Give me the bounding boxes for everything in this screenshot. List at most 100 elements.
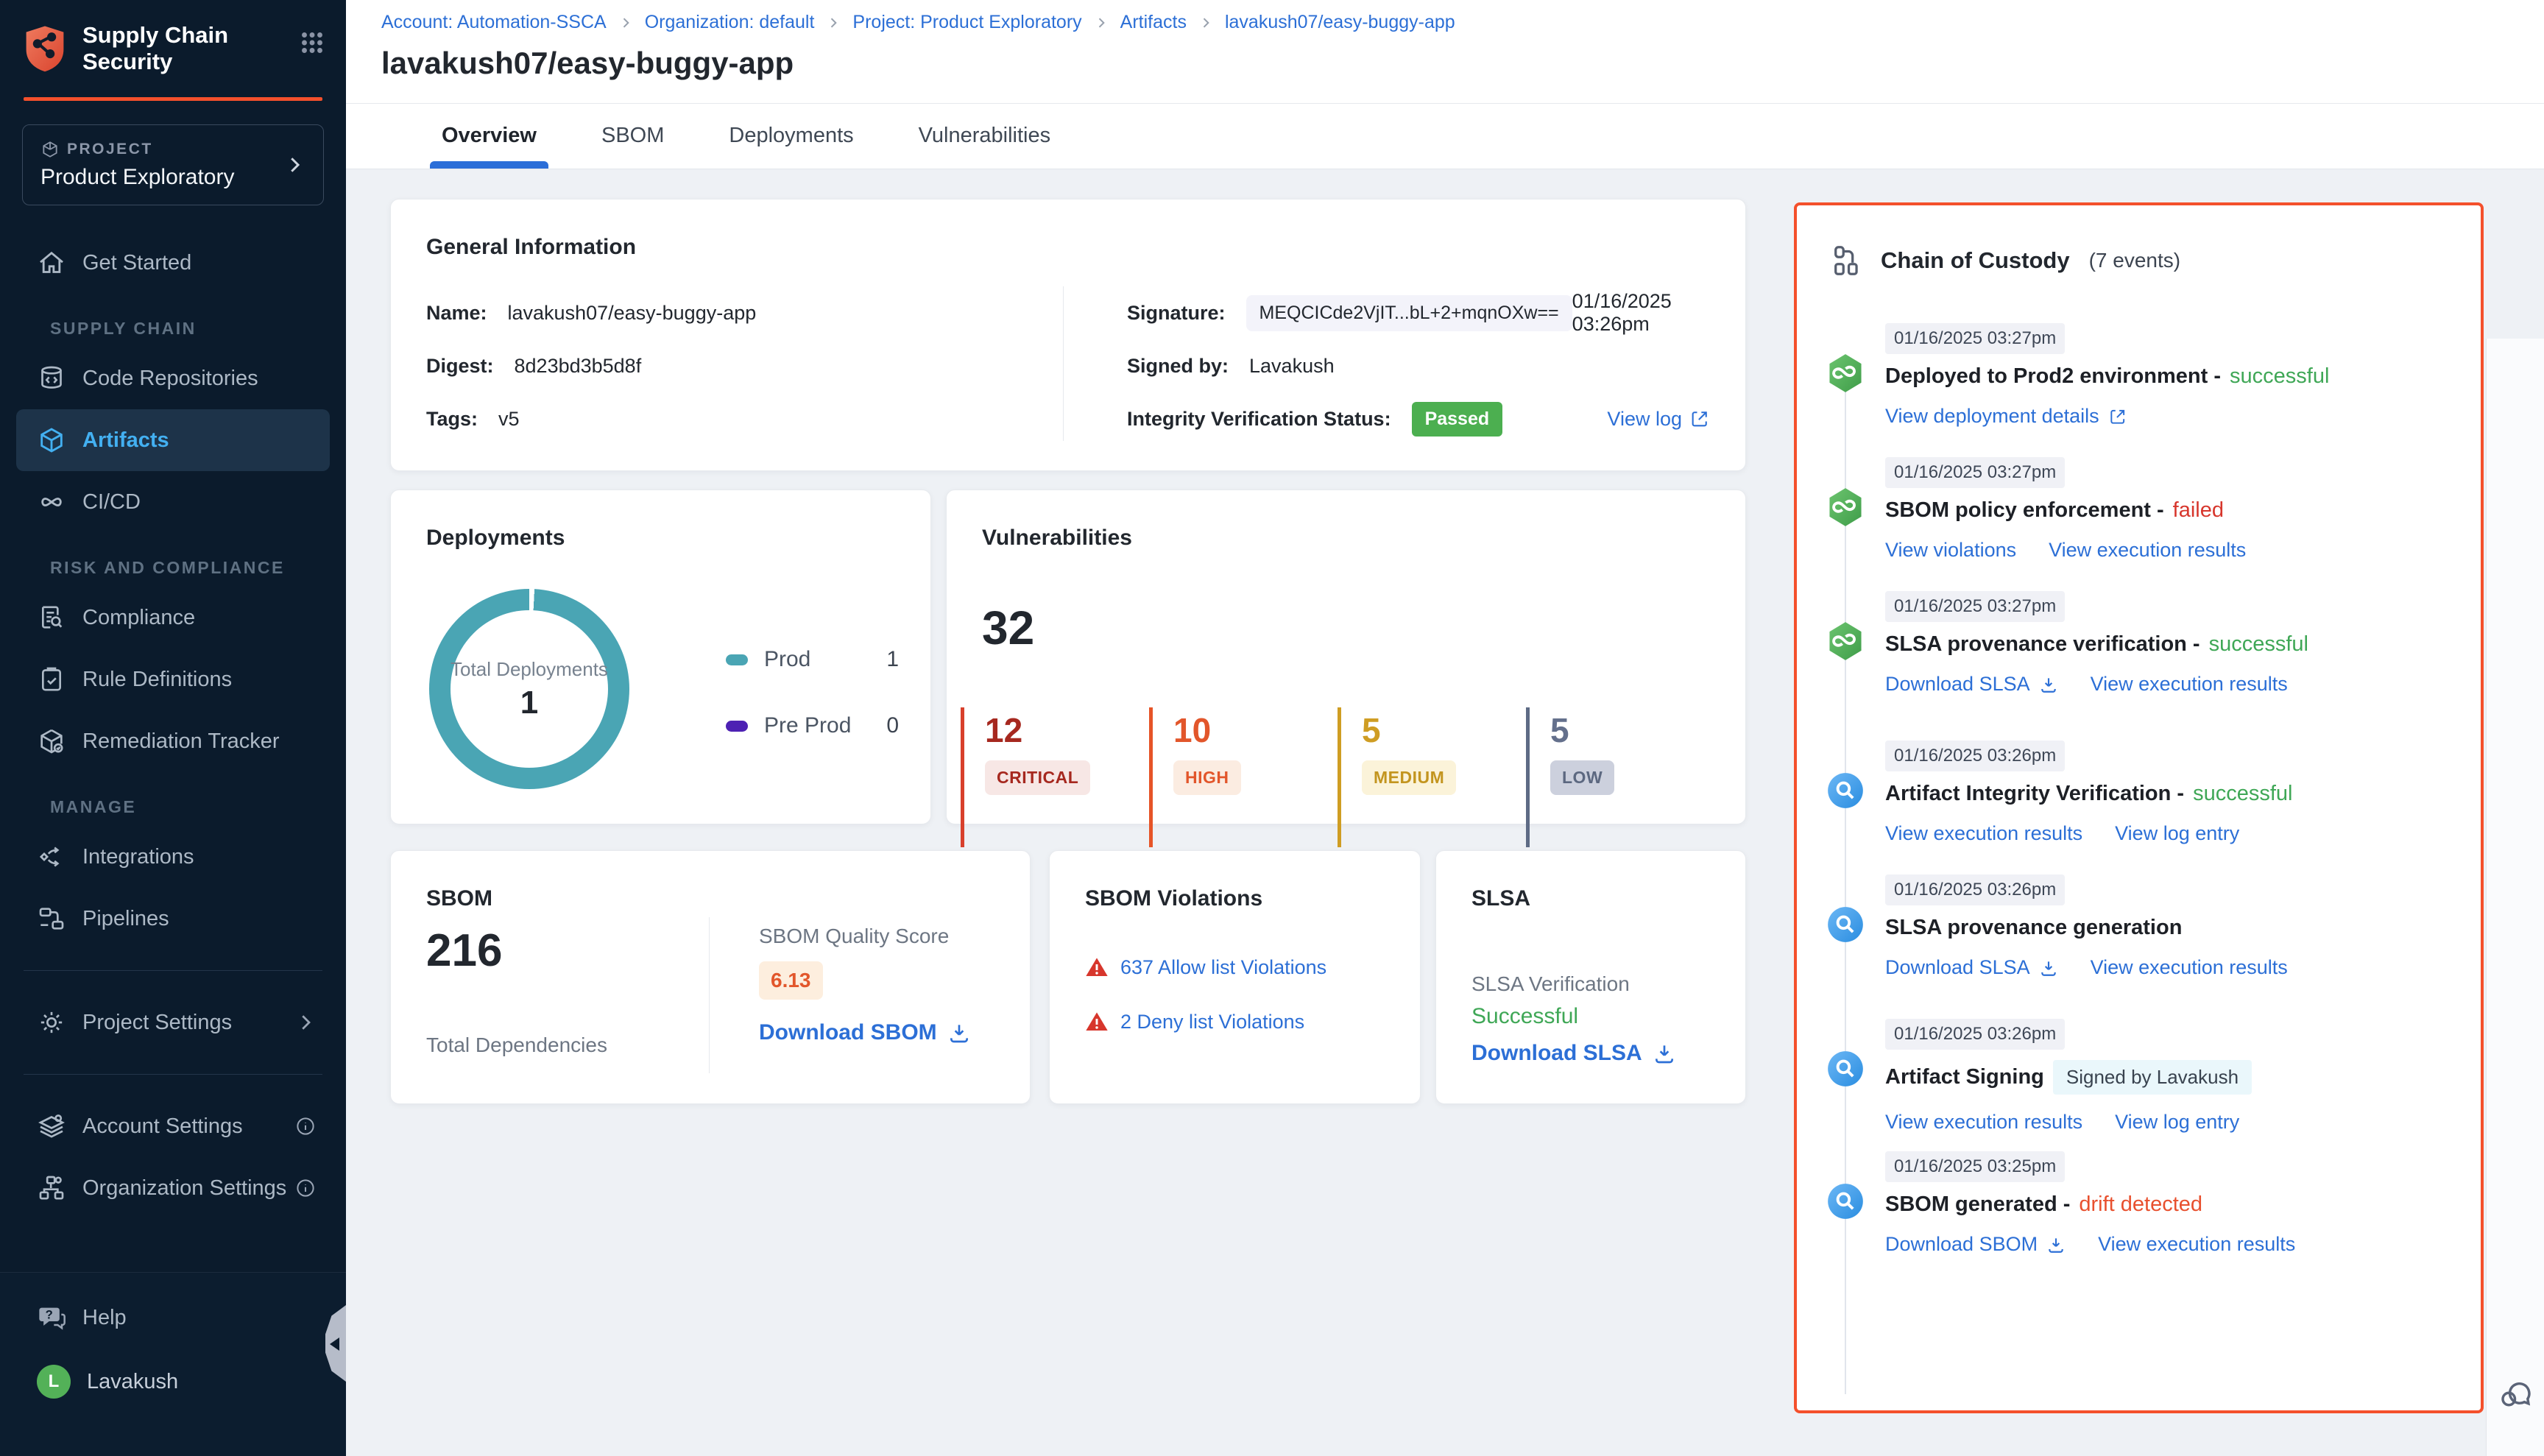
signature-row: Signature: MEQCICde2VjIT...bL+2+mqnOXw==… [1127, 286, 1710, 339]
sidebar-item-integrations[interactable]: Integrations [0, 826, 346, 888]
tags-value: v5 [498, 408, 520, 431]
tags-row: Tags: v5 [426, 392, 1059, 445]
sidebar: Supply Chain Security PROJECT Product Ex… [0, 0, 346, 1456]
view-deployment-details-link[interactable]: View deployment details [1885, 405, 2127, 428]
download-icon [947, 1021, 971, 1045]
sidebar-item-get-started[interactable]: Get Started [0, 232, 346, 294]
sidebar-item-code-repositories[interactable]: Code Repositories [0, 347, 346, 409]
slsa-card: SLSA SLSA Verification Successful Downlo… [1435, 850, 1746, 1104]
deployments-donut-chart: Total Deployments 1 [429, 589, 629, 789]
brand-accent-rule [24, 97, 322, 101]
breadcrumb-current[interactable]: lavakush07/easy-buggy-app [1225, 12, 1455, 33]
artifact-name-value: lavakush07/easy-buggy-app [508, 302, 757, 325]
digest-row: Digest: 8d23bd3b5d8f [426, 339, 1059, 392]
tab-vulnerabilities[interactable]: Vulnerabilities [907, 124, 1062, 169]
view-log-entry-link[interactable]: View log entry [2115, 822, 2239, 845]
card-title: General Information [426, 235, 1710, 260]
chevron-right-icon [294, 1011, 317, 1033]
breadcrumb: Account: Automation-SSCA Organization: d… [381, 12, 1455, 33]
event-status: successful [2193, 782, 2292, 806]
download-sbom-link[interactable]: Download SBOM [759, 1020, 971, 1045]
download-slsa-link[interactable]: Download SLSA [1471, 1041, 1676, 1066]
sbom-violations-card: SBOM Violations 637 Allow list Violation… [1049, 850, 1421, 1104]
chain-event: 01/16/2025 03:26pm Artifact Integrity Ve… [1797, 741, 2466, 845]
tab-deployments[interactable]: Deployments [717, 124, 865, 169]
download-slsa-link[interactable]: Download SLSA [1885, 673, 2058, 696]
sidebar-item-cicd[interactable]: CI/CD [0, 471, 346, 533]
view-execution-results-link[interactable]: View execution results [2098, 1233, 2295, 1256]
right-utility-strip [2486, 339, 2544, 1456]
info-icon [294, 1177, 317, 1199]
event-timestamp: 01/16/2025 03:26pm [1885, 1019, 2065, 1050]
event-timestamp: 01/16/2025 03:25pm [1885, 1151, 2065, 1182]
chevron-right-icon [283, 154, 305, 176]
sidebar-item-rule-definitions[interactable]: Rule Definitions [0, 649, 346, 710]
home-icon [37, 248, 66, 278]
user-name: Lavakush [87, 1370, 178, 1394]
download-sbom-link[interactable]: Download SBOM [1885, 1233, 2066, 1256]
warning-icon [1085, 955, 1109, 979]
view-execution-results-link[interactable]: View execution results [1885, 822, 2082, 845]
sidebar-item-pipelines[interactable]: Pipelines [0, 888, 346, 950]
breadcrumb-separator-icon [826, 15, 841, 30]
severity-row: 12 CRITICAL 10 HIGH 5 MEDIUM 5 LOW [961, 707, 1731, 847]
view-execution-results-link[interactable]: View execution results [2091, 673, 2288, 696]
sidebar-item-artifacts[interactable]: Artifacts [16, 409, 330, 471]
chain-of-custody-title: Chain of Custody [1881, 247, 2070, 274]
donut-center-label: Total Deployments [451, 657, 608, 682]
sbom-total: 216 [426, 925, 502, 977]
slsa-verification-label: SLSA Verification [1471, 972, 1630, 996]
sbom-quality-score-label: SBOM Quality Score [759, 925, 971, 948]
external-link-icon [2108, 407, 2127, 426]
project-selector[interactable]: PROJECT Product Exploratory [22, 124, 324, 205]
sidebar-item-account-settings[interactable]: Account Settings [0, 1095, 346, 1157]
severity-low: 5 LOW [1526, 707, 1714, 847]
module-grid-icon[interactable] [299, 29, 325, 56]
supply-chain-security-logo-icon [22, 24, 68, 73]
support-chat-icon[interactable] [2497, 1375, 2535, 1413]
event-title: SLSA provenance generation [1885, 916, 2466, 940]
signature-value: MEQCICde2VjIT...bL+2+mqnOXw== [1246, 295, 1572, 331]
deny-list-violations-link[interactable]: 2 Deny list Violations [1120, 1011, 1304, 1033]
breadcrumb-artifacts[interactable]: Artifacts [1120, 12, 1187, 33]
sidebar-item-organization-settings[interactable]: Organization Settings [0, 1157, 346, 1219]
sidebar-item-compliance[interactable]: Compliance [0, 587, 346, 649]
project-cube-icon [40, 140, 60, 159]
verification-step-icon [1826, 904, 1865, 945]
signed-by-row: Signed by: Lavakush [1127, 339, 1710, 392]
tab-overview[interactable]: Overview [430, 124, 548, 169]
view-log-entry-link[interactable]: View log entry [2115, 1111, 2239, 1134]
tab-sbom[interactable]: SBOM [590, 124, 676, 169]
user-menu[interactable]: L Lavakush [0, 1351, 346, 1413]
card-title: Vulnerabilities [982, 526, 1710, 551]
view-violations-link[interactable]: View violations [1885, 539, 2016, 562]
verification-step-icon [1826, 1048, 1865, 1089]
deployments-card: Deployments Total Deployments 1 Prod 1 P… [390, 490, 931, 824]
slsa-verification-status: Successful [1471, 1004, 1578, 1029]
sidebar-item-help[interactable]: ? Help [0, 1284, 346, 1351]
collapse-left-icon [330, 1337, 339, 1351]
breadcrumb-project[interactable]: Project: Product Exploratory [852, 12, 1081, 33]
view-execution-results-link[interactable]: View execution results [2049, 539, 2246, 562]
sidebar-divider [24, 1074, 322, 1075]
breadcrumb-account[interactable]: Account: Automation-SSCA [381, 12, 607, 33]
card-title: SBOM [426, 886, 994, 911]
allow-list-violations-link[interactable]: 637 Allow list Violations [1120, 956, 1326, 979]
artifacts-cube-icon [37, 425, 66, 455]
download-slsa-link[interactable]: Download SLSA [1885, 956, 2058, 979]
breadcrumb-organization[interactable]: Organization: default [645, 12, 815, 33]
chain-event: 01/16/2025 03:26pm Artifact Signing Sign… [1797, 1019, 2466, 1134]
nav-section-manage: MANAGE [0, 772, 346, 826]
view-execution-results-link[interactable]: View execution results [2091, 956, 2288, 979]
sidebar-item-project-settings[interactable]: Project Settings [0, 992, 346, 1053]
verification-step-icon [1826, 1181, 1865, 1222]
svg-text:?: ? [46, 1308, 53, 1322]
event-title: SBOM generated -drift detected [1885, 1192, 2466, 1217]
digest-value: 8d23bd3b5d8f [515, 355, 642, 378]
view-execution-results-link[interactable]: View execution results [1885, 1111, 2082, 1134]
sidebar-item-remediation-tracker[interactable]: Remediation Tracker [0, 710, 346, 772]
code-repository-icon [37, 364, 66, 393]
view-log-link[interactable]: View log [1607, 408, 1710, 431]
column-divider [709, 917, 710, 1073]
general-information-card: General Information Name: lavakush07/eas… [390, 199, 1746, 471]
